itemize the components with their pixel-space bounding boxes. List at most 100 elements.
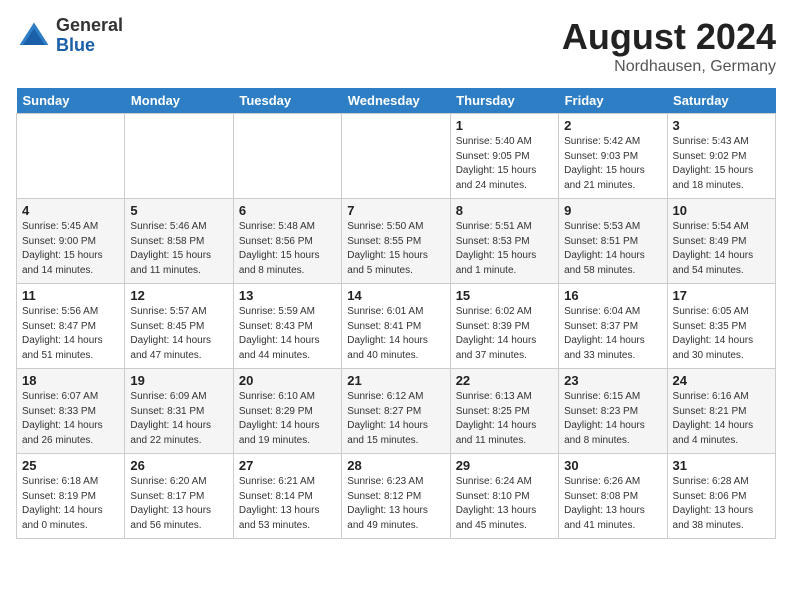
day-info: Sunrise: 6:24 AM Sunset: 8:10 PM Dayligh…	[456, 475, 553, 533]
day-number: 28	[347, 458, 444, 473]
logo-blue: Blue	[56, 36, 123, 56]
weekday-header-saturday: Saturday	[667, 88, 775, 114]
day-info: Sunrise: 5:40 AM Sunset: 9:05 PM Dayligh…	[456, 135, 553, 193]
day-number: 4	[22, 203, 119, 218]
day-info: Sunrise: 5:57 AM Sunset: 8:45 PM Dayligh…	[130, 305, 227, 363]
day-info: Sunrise: 5:59 AM Sunset: 8:43 PM Dayligh…	[239, 305, 336, 363]
day-cell: 11Sunrise: 5:56 AM Sunset: 8:47 PM Dayli…	[17, 284, 125, 369]
day-info: Sunrise: 5:50 AM Sunset: 8:55 PM Dayligh…	[347, 220, 444, 278]
day-cell: 31 Sunrise: 6:28 AM Sunset: 8:06 PM Dayli…	[667, 454, 775, 539]
weekday-header-thursday: Thursday	[450, 88, 558, 114]
day-info: Sunrise: 5:46 AM Sunset: 8:58 PM Dayligh…	[130, 220, 227, 278]
week-row-5: 25 Sunrise: 6:18 AM Sunset: 8:19 PM Dayli…	[17, 454, 776, 539]
day-number: 1	[456, 118, 553, 133]
month-title: August 2024	[562, 16, 776, 58]
day-number: 21	[347, 373, 444, 388]
day-info: Sunrise: 6:16 AM Sunset: 8:21 PM Dayligh…	[673, 390, 770, 448]
week-row-1: 1 Sunrise: 5:40 AM Sunset: 9:05 PM Daylig…	[17, 114, 776, 199]
day-number: 6	[239, 203, 336, 218]
day-cell	[233, 114, 341, 199]
day-info: Sunrise: 6:23 AM Sunset: 8:12 PM Dayligh…	[347, 475, 444, 533]
day-cell: 19Sunrise: 6:09 AM Sunset: 8:31 PM Dayli…	[125, 369, 233, 454]
page-header: General Blue August 2024 Nordhausen, Ger…	[16, 16, 776, 76]
day-cell: 14Sunrise: 6:01 AM Sunset: 8:41 PM Dayli…	[342, 284, 450, 369]
day-number: 9	[564, 203, 661, 218]
day-number: 17	[673, 288, 770, 303]
day-number: 20	[239, 373, 336, 388]
weekday-header-friday: Friday	[559, 88, 667, 114]
weekday-header-wednesday: Wednesday	[342, 88, 450, 114]
day-number: 29	[456, 458, 553, 473]
day-number: 18	[22, 373, 119, 388]
day-cell: 17Sunrise: 6:05 AM Sunset: 8:35 PM Dayli…	[667, 284, 775, 369]
day-info: Sunrise: 6:21 AM Sunset: 8:14 PM Dayligh…	[239, 475, 336, 533]
day-info: Sunrise: 5:51 AM Sunset: 8:53 PM Dayligh…	[456, 220, 553, 278]
day-cell: 24 Sunrise: 6:16 AM Sunset: 8:21 PM Dayli…	[667, 369, 775, 454]
day-info: Sunrise: 6:02 AM Sunset: 8:39 PM Dayligh…	[456, 305, 553, 363]
week-row-2: 4 Sunrise: 5:45 AM Sunset: 9:00 PM Daylig…	[17, 199, 776, 284]
day-info: Sunrise: 6:20 AM Sunset: 8:17 PM Dayligh…	[130, 475, 227, 533]
day-number: 31	[673, 458, 770, 473]
day-cell: 21 Sunrise: 6:12 AM Sunset: 8:27 PM Dayli…	[342, 369, 450, 454]
day-cell: 8 Sunrise: 5:51 AM Sunset: 8:53 PM Daylig…	[450, 199, 558, 284]
day-number: 26	[130, 458, 227, 473]
weekday-header-tuesday: Tuesday	[233, 88, 341, 114]
day-cell: 30 Sunrise: 6:26 AM Sunset: 8:08 PM Dayli…	[559, 454, 667, 539]
day-info: Sunrise: 5:45 AM Sunset: 9:00 PM Dayligh…	[22, 220, 119, 278]
day-info: Sunrise: 6:28 AM Sunset: 8:06 PM Dayligh…	[673, 475, 770, 533]
day-cell	[342, 114, 450, 199]
day-number: 8	[456, 203, 553, 218]
day-info: Sunrise: 6:18 AM Sunset: 8:19 PM Dayligh…	[22, 475, 119, 533]
day-cell: 4 Sunrise: 5:45 AM Sunset: 9:00 PM Daylig…	[17, 199, 125, 284]
week-row-3: 11Sunrise: 5:56 AM Sunset: 8:47 PM Dayli…	[17, 284, 776, 369]
logo-general: General	[56, 16, 123, 36]
day-cell	[125, 114, 233, 199]
day-number: 27	[239, 458, 336, 473]
day-info: Sunrise: 6:10 AM Sunset: 8:29 PM Dayligh…	[239, 390, 336, 448]
day-number: 12	[130, 288, 227, 303]
calendar-table: SundayMondayTuesdayWednesdayThursdayFrid…	[16, 88, 776, 539]
location: Nordhausen, Germany	[562, 58, 776, 76]
logo-icon	[16, 18, 52, 54]
day-cell: 23 Sunrise: 6:15 AM Sunset: 8:23 PM Dayli…	[559, 369, 667, 454]
weekday-header-monday: Monday	[125, 88, 233, 114]
day-info: Sunrise: 6:15 AM Sunset: 8:23 PM Dayligh…	[564, 390, 661, 448]
week-row-4: 18 Sunrise: 6:07 AM Sunset: 8:33 PM Dayli…	[17, 369, 776, 454]
logo: General Blue	[16, 16, 123, 56]
day-cell: 18 Sunrise: 6:07 AM Sunset: 8:33 PM Dayli…	[17, 369, 125, 454]
title-block: August 2024 Nordhausen, Germany	[562, 16, 776, 76]
day-cell: 15Sunrise: 6:02 AM Sunset: 8:39 PM Dayli…	[450, 284, 558, 369]
day-cell	[17, 114, 125, 199]
day-number: 5	[130, 203, 227, 218]
day-number: 24	[673, 373, 770, 388]
day-cell: 2Sunrise: 5:42 AM Sunset: 9:03 PM Daylig…	[559, 114, 667, 199]
day-cell: 3 Sunrise: 5:43 AM Sunset: 9:02 PM Daylig…	[667, 114, 775, 199]
day-cell: 1 Sunrise: 5:40 AM Sunset: 9:05 PM Daylig…	[450, 114, 558, 199]
day-info: Sunrise: 6:04 AM Sunset: 8:37 PM Dayligh…	[564, 305, 661, 363]
day-info: Sunrise: 5:54 AM Sunset: 8:49 PM Dayligh…	[673, 220, 770, 278]
day-number: 10	[673, 203, 770, 218]
day-info: Sunrise: 6:07 AM Sunset: 8:33 PM Dayligh…	[22, 390, 119, 448]
day-info: Sunrise: 5:43 AM Sunset: 9:02 PM Dayligh…	[673, 135, 770, 193]
day-cell: 20 Sunrise: 6:10 AM Sunset: 8:29 PM Dayli…	[233, 369, 341, 454]
day-cell: 13Sunrise: 5:59 AM Sunset: 8:43 PM Dayli…	[233, 284, 341, 369]
day-cell: 6Sunrise: 5:48 AM Sunset: 8:56 PM Daylig…	[233, 199, 341, 284]
day-cell: 29 Sunrise: 6:24 AM Sunset: 8:10 PM Dayli…	[450, 454, 558, 539]
day-info: Sunrise: 6:12 AM Sunset: 8:27 PM Dayligh…	[347, 390, 444, 448]
day-info: Sunrise: 5:56 AM Sunset: 8:47 PM Dayligh…	[22, 305, 119, 363]
day-cell: 10 Sunrise: 5:54 AM Sunset: 8:49 PM Dayli…	[667, 199, 775, 284]
weekday-header-sunday: Sunday	[17, 88, 125, 114]
day-number: 3	[673, 118, 770, 133]
day-number: 22	[456, 373, 553, 388]
day-cell: 26 Sunrise: 6:20 AM Sunset: 8:17 PM Dayli…	[125, 454, 233, 539]
day-number: 30	[564, 458, 661, 473]
day-number: 14	[347, 288, 444, 303]
day-cell: 16Sunrise: 6:04 AM Sunset: 8:37 PM Dayli…	[559, 284, 667, 369]
day-number: 2	[564, 118, 661, 133]
day-info: Sunrise: 6:26 AM Sunset: 8:08 PM Dayligh…	[564, 475, 661, 533]
day-number: 23	[564, 373, 661, 388]
day-number: 25	[22, 458, 119, 473]
day-cell: 28 Sunrise: 6:23 AM Sunset: 8:12 PM Dayli…	[342, 454, 450, 539]
day-cell: 27 Sunrise: 6:21 AM Sunset: 8:14 PM Dayli…	[233, 454, 341, 539]
day-number: 7	[347, 203, 444, 218]
